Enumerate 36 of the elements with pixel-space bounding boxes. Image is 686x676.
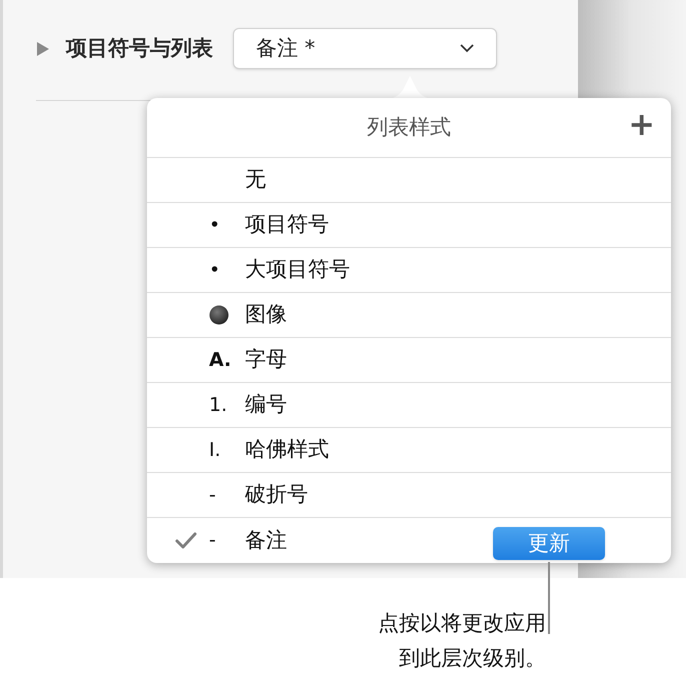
list-marker: • bbox=[209, 212, 220, 238]
list-style-item[interactable]: 无 bbox=[147, 158, 671, 203]
list-style-popup-button[interactable]: 备注 * bbox=[233, 28, 497, 69]
list-marker: - bbox=[209, 482, 216, 508]
list-style-label: 无 bbox=[245, 166, 266, 194]
list-style-item[interactable]: 图像 bbox=[147, 293, 671, 338]
list-style-label: 字母 bbox=[245, 346, 287, 374]
list-style-label: 图像 bbox=[245, 301, 287, 328]
list-style-item[interactable]: - 备注 更新 bbox=[147, 518, 671, 563]
list-style-label: 编号 bbox=[245, 391, 287, 418]
callout-text: 点按以将更改应用 bbox=[378, 610, 546, 637]
list-style-label: 项目符号 bbox=[245, 211, 329, 238]
image-bullet-icon bbox=[209, 305, 229, 325]
callout-text: 到此层次级别。 bbox=[399, 645, 546, 672]
disclosure-triangle-icon[interactable] bbox=[36, 40, 50, 56]
list-style-item[interactable]: - 破折号 bbox=[147, 473, 671, 518]
list-style-item[interactable]: • 大项目符号 bbox=[147, 248, 671, 293]
list-marker: A. bbox=[209, 348, 232, 373]
list-style-label: 破折号 bbox=[245, 481, 308, 508]
list-marker: 1. bbox=[209, 392, 228, 418]
section-title: 项目符号与列表 bbox=[66, 34, 213, 62]
list-style-item[interactable]: • 项目符号 bbox=[147, 203, 671, 248]
list-style-item[interactable]: 1. 编号 bbox=[147, 383, 671, 428]
list-style-label: 备注 bbox=[245, 526, 287, 554]
list-style-item[interactable]: I. 哈佛样式 bbox=[147, 428, 671, 473]
list-style-label: 大项目符号 bbox=[245, 256, 350, 284]
list-marker: - bbox=[209, 528, 216, 554]
add-style-button[interactable]: + bbox=[624, 108, 659, 140]
leader-line bbox=[548, 562, 550, 634]
checkmark-icon bbox=[175, 532, 197, 550]
list-marker: I. bbox=[209, 438, 221, 463]
popover-title: 列表样式 bbox=[367, 114, 451, 141]
list-marker: • bbox=[209, 258, 220, 283]
list-style-item[interactable]: A. 字母 bbox=[147, 338, 671, 383]
list-style-label: 哈佛样式 bbox=[245, 436, 329, 464]
chevron-down-icon bbox=[460, 44, 474, 53]
